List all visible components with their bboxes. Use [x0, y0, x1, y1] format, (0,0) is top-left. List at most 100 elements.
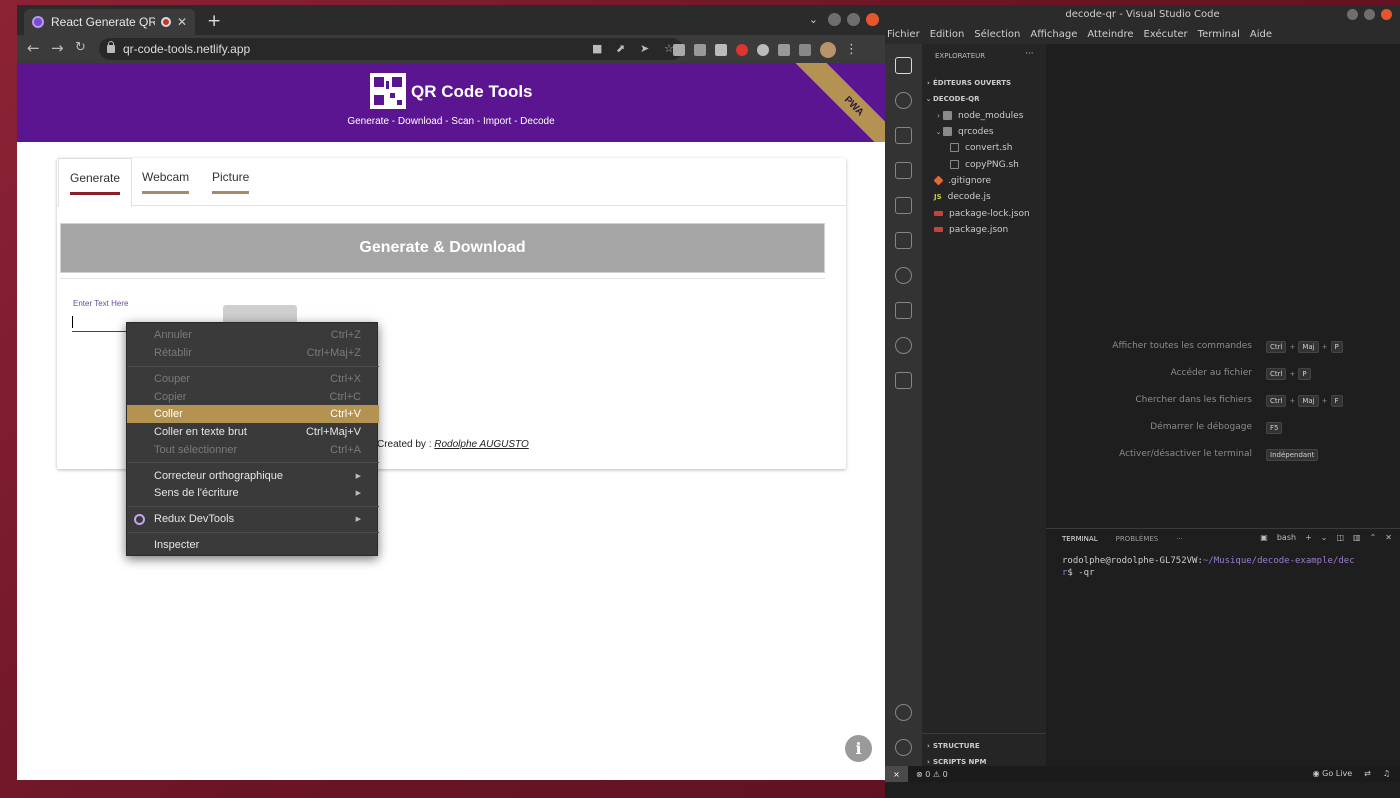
extensions-icon[interactable]	[895, 162, 912, 179]
extension-icon[interactable]	[757, 44, 769, 56]
menu-item-coller-texte-brut[interactable]: Coller en texte brut Ctrl+Maj+V	[127, 423, 379, 441]
explorer-icon[interactable]	[895, 57, 912, 74]
tab-picture[interactable]: Picture	[201, 158, 260, 207]
pwa-ribbon[interactable]: PWA	[793, 63, 885, 142]
menu-executer[interactable]: Exécuter	[1144, 29, 1188, 40]
menu-item-sens-ecriture[interactable]: Sens de l'écriture ▶	[127, 484, 379, 502]
menu-aide[interactable]: Aide	[1250, 29, 1272, 40]
panel-icon[interactable]	[895, 372, 912, 389]
camera-icon[interactable]: ■	[592, 43, 603, 54]
menu-kebab-icon[interactable]: ⋮	[845, 43, 858, 56]
tree-item-qrcodes[interactable]: ⌄ qrcodes	[922, 124, 1046, 139]
close-window-button[interactable]	[866, 13, 879, 26]
device-icon[interactable]	[895, 232, 912, 249]
maximize-button[interactable]	[1364, 9, 1375, 20]
menu-bar: Fichier Edition Sélection Affichage Atte…	[885, 25, 1400, 44]
open-editors-section[interactable]: › ÉDITEURS OUVERTS	[922, 75, 1046, 90]
author-link[interactable]: Rodolphe AUGUSTO	[434, 439, 529, 450]
playlist-icon[interactable]	[799, 44, 811, 56]
chevron-down-icon: ⌄	[925, 94, 932, 103]
account-icon[interactable]	[895, 704, 912, 721]
maximize-button[interactable]	[847, 13, 860, 26]
close-panel-icon[interactable]: ✕	[1385, 533, 1392, 542]
tree-item-convert-sh[interactable]: convert.sh	[922, 140, 1046, 155]
reload-icon[interactable]: ↻	[75, 40, 86, 55]
pwa-label: PWA	[842, 94, 866, 118]
tree-item-package-lock[interactable]: package-lock.json	[922, 206, 1046, 221]
tab-problems[interactable]: PROBLÈMES	[1116, 535, 1159, 543]
menu-fichier[interactable]: Fichier	[887, 29, 920, 40]
info-icon[interactable]: i	[845, 735, 872, 762]
tab-terminal[interactable]: TERMINAL	[1062, 535, 1098, 543]
tree-item-package-json[interactable]: package.json	[922, 222, 1046, 237]
lightning-icon[interactable]	[895, 337, 912, 354]
menu-terminal[interactable]: Terminal	[1198, 29, 1240, 40]
menu-item-couper[interactable]: Couper Ctrl+X	[127, 370, 379, 388]
settings-gear-icon[interactable]	[895, 739, 912, 756]
project-section[interactable]: ⌄ DECODE-QR	[922, 91, 1046, 106]
search-icon[interactable]	[895, 92, 912, 109]
problems-status[interactable]: ⊗ 0 ⚠ 0	[916, 770, 948, 779]
panel-more-icon[interactable]: ···	[1176, 535, 1183, 543]
tab-generate[interactable]: Generate	[58, 158, 133, 207]
react-favicon-icon	[32, 16, 44, 28]
menu-item-annuler[interactable]: Annuler Ctrl+Z	[127, 326, 379, 344]
remote-icon[interactable]: ⨯	[885, 766, 908, 782]
source-control-icon[interactable]	[895, 267, 912, 284]
generate-download-button[interactable]: Generate & Download	[60, 223, 825, 273]
tab-webcam[interactable]: Webcam	[131, 158, 200, 207]
puzzle-icon[interactable]	[778, 44, 790, 56]
tree-item-decode-js[interactable]: JS decode.js	[922, 189, 1046, 204]
menu-item-inspecter[interactable]: Inspecter	[127, 536, 379, 554]
blocker-icon[interactable]	[736, 44, 748, 56]
tree-item-gitignore[interactable]: .gitignore	[922, 173, 1046, 188]
trash-icon[interactable]: ▥	[1353, 533, 1361, 542]
minimize-button[interactable]	[1347, 9, 1358, 20]
structure-section[interactable]: › STRUCTURE	[922, 738, 1046, 753]
chevron-up-icon[interactable]: ⌃	[1370, 533, 1377, 542]
remote-explorer-icon[interactable]	[895, 197, 912, 214]
split-terminal-icon[interactable]: ◫	[1336, 533, 1344, 542]
menu-edition[interactable]: Edition	[930, 29, 965, 40]
tab-search-chevron-icon[interactable]: ⌄	[809, 13, 818, 26]
tree-item-copypng-sh[interactable]: copyPNG.sh	[922, 157, 1046, 172]
open-external-icon[interactable]: ⬈	[616, 43, 627, 54]
menu-separator	[127, 366, 379, 367]
add-terminal-icon[interactable]: +	[1305, 533, 1312, 542]
new-tab-button[interactable]: +	[207, 11, 221, 31]
vscode-title: decode-qr - Visual Studio Code	[1065, 9, 1220, 20]
notifications-icon[interactable]: ♫	[1383, 769, 1390, 778]
menu-selection[interactable]: Sélection	[974, 29, 1020, 40]
docker-icon[interactable]	[895, 302, 912, 319]
avatar[interactable]	[820, 42, 836, 58]
shell-name[interactable]: bash	[1277, 533, 1296, 542]
feedback-icon[interactable]: ⇄	[1364, 769, 1371, 778]
send-icon[interactable]: ➤	[640, 43, 651, 54]
menu-item-correcteur[interactable]: Correcteur orthographique ▶	[127, 467, 379, 485]
tree-item-node-modules[interactable]: › node_modules	[922, 108, 1046, 123]
run-debug-icon[interactable]	[895, 127, 912, 144]
editor-welcome-area: Afficher toutes les commandes Ctrl + Maj + P…	[1046, 44, 1400, 528]
menu-item-redux-devtools[interactable]: Redux DevTools ▶	[127, 510, 379, 528]
explorer-more-icon[interactable]: ···	[1025, 49, 1034, 59]
menu-atteindre[interactable]: Atteindre	[1087, 29, 1133, 40]
back-arrow-icon[interactable]: ←	[27, 39, 40, 57]
qr-logo-icon	[370, 73, 406, 109]
tab-close-icon[interactable]: ✕	[177, 15, 187, 29]
menu-item-coller[interactable]: Coller Ctrl+V	[127, 405, 379, 423]
chevron-right-icon: ›	[927, 757, 930, 766]
chevron-down-icon[interactable]: ⌄	[1321, 533, 1328, 542]
extension-icon[interactable]	[673, 44, 685, 56]
menu-item-tout-selectionner[interactable]: Tout sélectionner Ctrl+A	[127, 441, 379, 459]
flag-icon[interactable]	[694, 44, 706, 56]
forward-arrow-icon[interactable]: →	[51, 39, 64, 57]
close-window-button[interactable]	[1381, 9, 1392, 20]
address-bar[interactable]: qr-code-tools.netlify.app ■ ⬈ ➤ ☆	[99, 38, 683, 60]
browser-tab[interactable]: React Generate QR Co ✕	[24, 9, 195, 35]
minimize-button[interactable]	[828, 13, 841, 26]
extension-icon[interactable]	[715, 44, 727, 56]
menu-item-retablir[interactable]: Rétablir Ctrl+Maj+Z	[127, 344, 379, 362]
menu-affichage[interactable]: Affichage	[1030, 29, 1077, 40]
go-live-button[interactable]: ◉ Go Live	[1313, 769, 1353, 778]
menu-item-copier[interactable]: Copier Ctrl+C	[127, 388, 379, 406]
